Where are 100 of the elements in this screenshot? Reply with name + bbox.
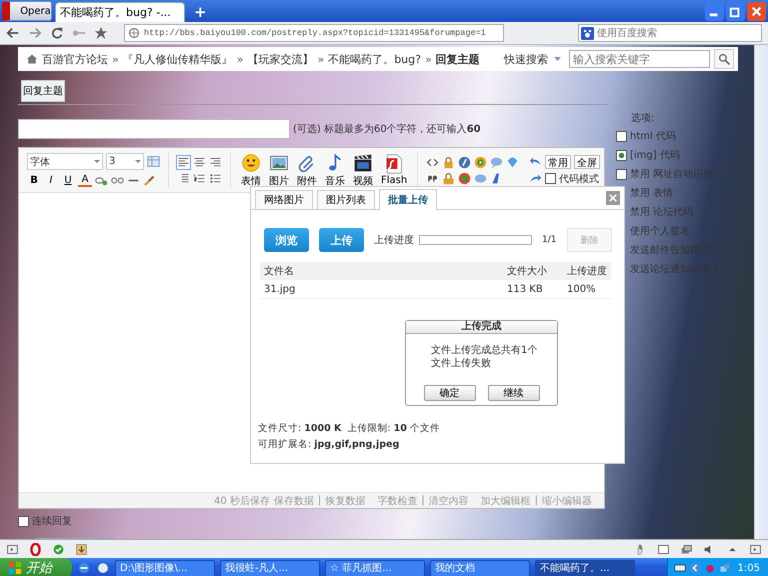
download-icon[interactable]	[75, 542, 88, 556]
media-icon[interactable]	[458, 172, 472, 184]
size-select[interactable]: 3	[106, 153, 144, 170]
close-button[interactable]	[606, 191, 620, 205]
fullscreen-icon[interactable]	[749, 542, 762, 556]
quick-search-menu[interactable]: 快速搜索	[504, 52, 548, 66]
taskbar-button[interactable]: ☆ 菲凡抓图...	[325, 560, 425, 576]
editor-tool-button[interactable]: 表情	[239, 152, 263, 188]
status-separator: |	[534, 495, 538, 506]
bullet-list-icon[interactable]	[209, 172, 222, 184]
breadcrumb-current: 回复主题	[436, 52, 480, 66]
continue-reply-checkbox[interactable]: 连续回复	[18, 514, 72, 528]
code-mode-checkbox[interactable]: 代码模式	[545, 172, 599, 186]
locked-box-icon[interactable]	[442, 172, 456, 184]
breadcrumb-link[interactable]: 『凡人修仙传精华版』	[122, 52, 233, 66]
align-center-icon[interactable]	[193, 156, 206, 168]
status-separator: |	[318, 495, 322, 506]
media-icon[interactable]	[474, 156, 488, 168]
slash-circle-icon[interactable]	[458, 156, 472, 168]
address-field[interactable]: http://bbs.baiyou100.com/postreply.aspx?topicid=1331495&forumpage=1	[124, 24, 504, 42]
dialog-tab[interactable]: 批量上传	[379, 189, 437, 210]
taskbar-button[interactable]: 我的文档	[430, 560, 530, 576]
flash-file-icon	[384, 154, 404, 174]
scrollbar[interactable]	[754, 45, 768, 539]
browser-search-box[interactable]: 使用百度搜索	[578, 24, 762, 42]
start-button[interactable]: 开始	[0, 558, 72, 576]
column-header: 文件名	[264, 264, 295, 278]
taskbar-button[interactable]: D:\图形图像\...	[115, 560, 215, 576]
restore-icon[interactable]	[726, 2, 745, 20]
editor-tool-button[interactable]: 音乐	[323, 152, 347, 188]
alert-message: 文件上传完成总共有1个文件上传失败	[431, 344, 538, 370]
opera-logo-icon[interactable]	[29, 542, 42, 556]
windows-stack-icon[interactable]	[680, 542, 693, 556]
reply-topic-tab[interactable]: 回复主题	[21, 80, 65, 102]
format-button[interactable]: I	[44, 173, 58, 187]
numbered-list-icon[interactable]	[193, 172, 206, 184]
breadcrumb-link[interactable]: 百游官方论坛	[42, 52, 108, 66]
star-icon[interactable]	[94, 26, 108, 40]
dialog-tab[interactable]: 网络图片	[255, 190, 313, 209]
panel-icon[interactable]	[6, 542, 19, 556]
table-cell-text: 100%	[567, 284, 597, 294]
column-header: 上传进度	[567, 264, 607, 278]
new-tab-button[interactable]: +	[188, 2, 213, 22]
title-field[interactable]	[18, 119, 290, 139]
breadcrumb-separator: »	[424, 52, 432, 66]
align-right-icon[interactable]	[209, 156, 222, 168]
lock-icon[interactable]	[442, 156, 456, 168]
progress-label: 上传进度	[374, 234, 414, 247]
back-icon[interactable]	[6, 26, 20, 40]
alert-button[interactable]: 确定	[424, 385, 476, 401]
diamond-icon[interactable]	[506, 156, 520, 168]
format-button[interactable]: U	[61, 173, 75, 187]
table-icon[interactable]	[147, 155, 160, 168]
windows-flag-icon	[8, 561, 22, 575]
breadcrumb-link[interactable]: 【玩家交流】	[247, 52, 314, 66]
clock: 1:05	[738, 562, 760, 574]
align-left-icon[interactable]	[177, 156, 190, 168]
keyboard-icon[interactable]	[674, 562, 686, 574]
font-select[interactable]: 字体	[27, 153, 103, 170]
format-button[interactable]: A	[78, 173, 92, 187]
dialog-tab[interactable]: 图片列表	[317, 190, 375, 209]
table-cell-text: 31.jpg	[264, 284, 296, 294]
options-heading: 选项:	[631, 112, 656, 125]
paw-icon[interactable]	[581, 26, 594, 40]
minimize-icon[interactable]	[705, 2, 724, 20]
taskbar-button[interactable]: 我很蛀-凡人...	[220, 560, 320, 576]
taskbar-button[interactable]: 不能喝药了。...	[535, 560, 635, 576]
column-header: 文件大小	[507, 264, 548, 278]
breadcrumb-separator: »	[317, 52, 324, 66]
editor-tool-button[interactable]: Flash	[379, 154, 410, 186]
forum-search-field[interactable]: 输入搜索关键字	[569, 50, 710, 68]
window-icon[interactable]	[657, 542, 670, 556]
title-hint: (可选) 标题最多为60个字符，还可输入60	[293, 122, 481, 136]
caret-icon[interactable]	[554, 56, 561, 62]
home-icon[interactable]	[26, 53, 38, 65]
editor-tool-button[interactable]: 附件	[295, 152, 319, 188]
breadcrumb-separator: »	[236, 52, 244, 66]
mode-button[interactable]: 常用	[545, 154, 571, 168]
close-icon	[609, 194, 617, 202]
table-cell-text: 113 KB	[507, 284, 544, 294]
browser-tab[interactable]: 不能喝药了。bug? -...	[55, 2, 185, 22]
opera-menu-button[interactable]: Opera	[2, 1, 52, 21]
clapperboard-icon	[353, 152, 373, 172]
reload-icon[interactable]	[50, 26, 64, 40]
search-button[interactable]	[714, 49, 734, 69]
upload-limits-text: 可用扩展名: jpg,gif,png,jpeg	[258, 438, 400, 451]
autosave-countdown: 40 秒后保存	[214, 494, 270, 508]
search-icon	[718, 52, 730, 66]
upload-limits-text: 文件尺寸: 1000 K 上传限制: 10 个文件	[258, 422, 440, 435]
breadcrumb-link[interactable]: 不能喝药了。bug?	[328, 52, 421, 66]
close-icon[interactable]	[747, 2, 766, 20]
forward-icon[interactable]	[28, 26, 42, 40]
mode-button[interactable]: 全屏	[574, 154, 600, 168]
format-button[interactable]: B	[27, 173, 41, 187]
check-icon[interactable]	[52, 542, 65, 556]
breadcrumb-separator: »	[112, 52, 119, 66]
progress-reading: 1/1	[542, 235, 556, 245]
alert-button[interactable]: 继续	[488, 385, 540, 401]
alert-title: 上传完成	[406, 321, 557, 334]
brush-icon[interactable]	[143, 174, 156, 186]
